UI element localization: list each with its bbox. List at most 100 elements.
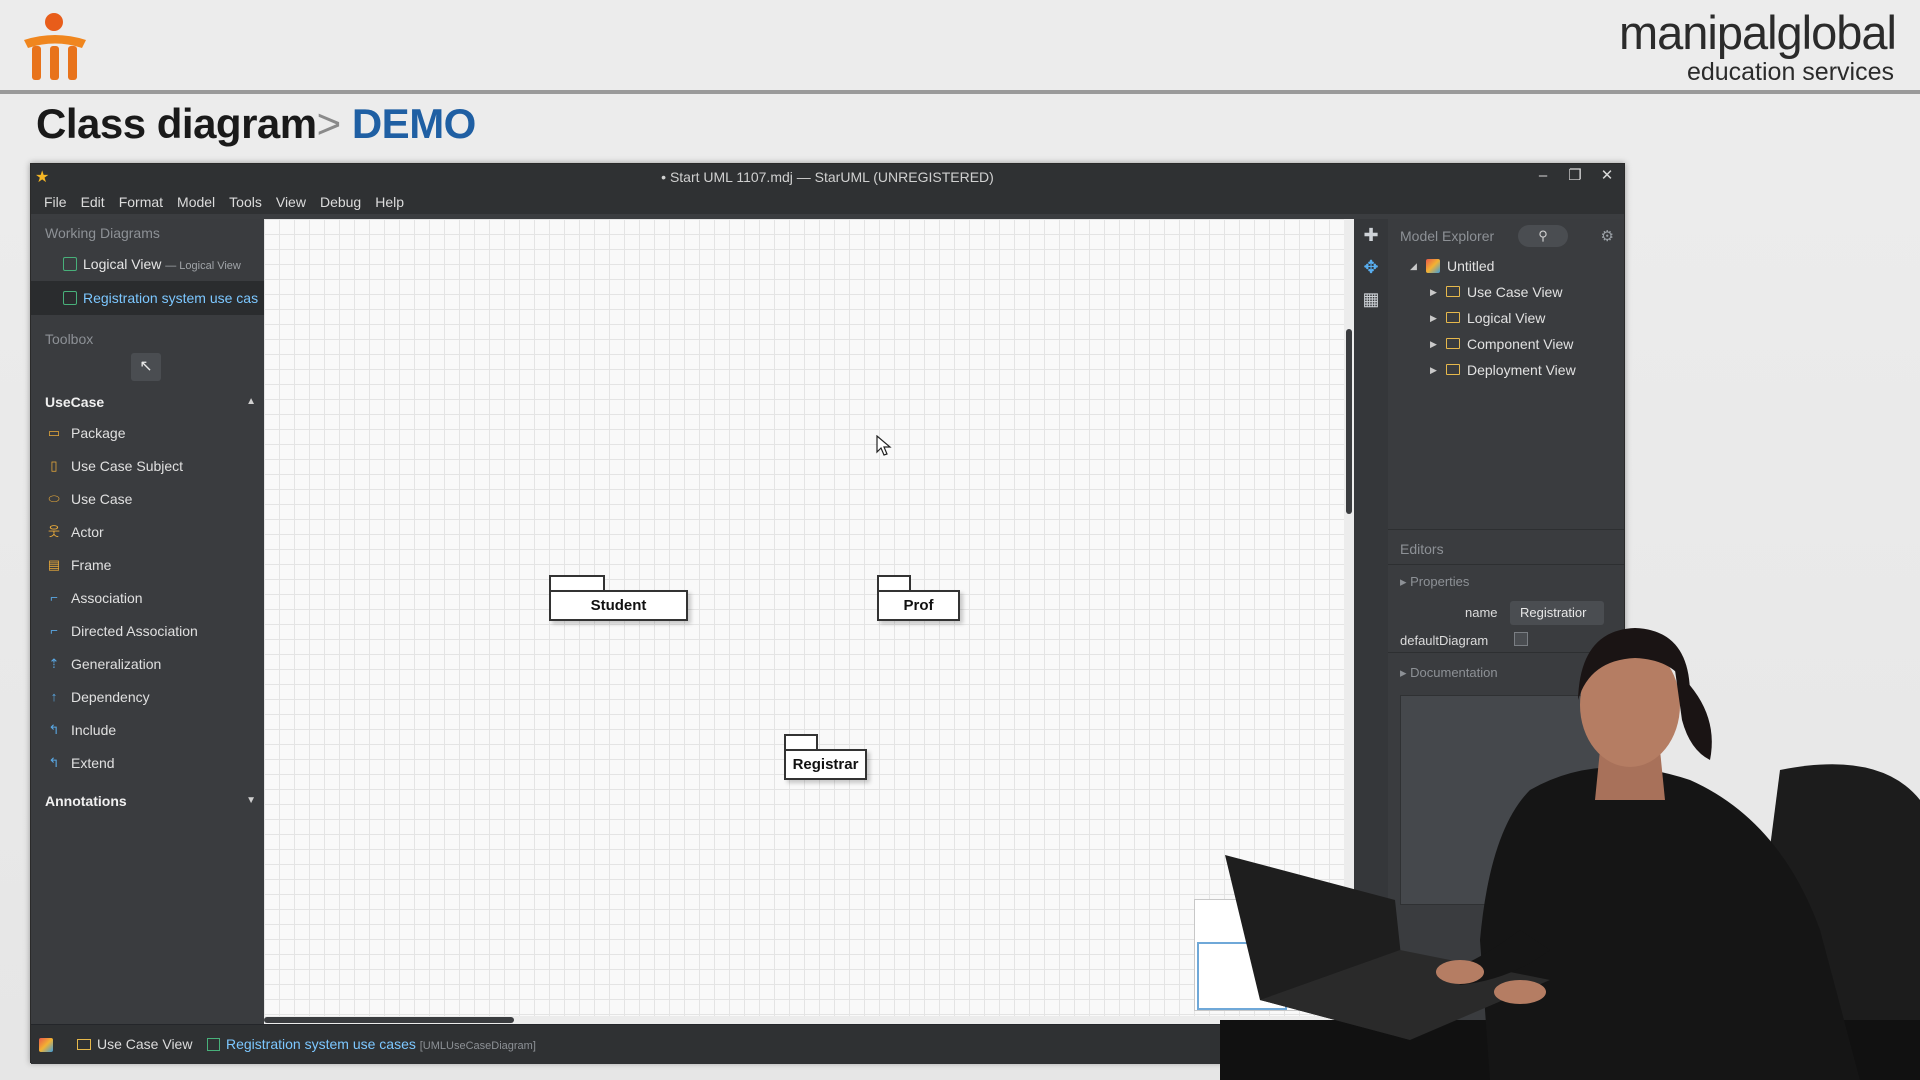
diagram-icon bbox=[63, 257, 77, 271]
toolbox-group-annotations[interactable]: Annotations ▼ bbox=[31, 786, 264, 816]
tool-label: Package bbox=[71, 425, 126, 441]
tree-item-use-case-view[interactable]: ▶ Use Case View bbox=[1388, 279, 1624, 305]
mouse-cursor-icon bbox=[876, 435, 892, 456]
working-diagram-registration[interactable]: Registration system use cas bbox=[31, 281, 264, 315]
tool-use-case-subject[interactable]: ▯ Use Case Subject bbox=[31, 450, 264, 483]
tool-label: Use Case bbox=[71, 491, 133, 507]
folder-icon bbox=[1446, 286, 1460, 297]
gear-icon[interactable]: ⚙ bbox=[1601, 227, 1614, 245]
tool-actor[interactable]: 웃 Actor bbox=[31, 516, 264, 549]
slide-title-main: Class diagram bbox=[36, 100, 317, 147]
working-diagram-logical-view[interactable]: Logical View — Logical View bbox=[31, 247, 264, 281]
expand-arrow-icon: ▸ bbox=[1400, 574, 1411, 589]
working-diagram-label: Logical View bbox=[83, 256, 162, 272]
window-title: • Start UML 1107.mdj — StarUML (UNREGIST… bbox=[661, 169, 994, 185]
status-diagram-type: [UMLUseCaseDiagram] bbox=[419, 1040, 536, 1052]
brand-logo-icon bbox=[24, 13, 86, 80]
status-diagram[interactable]: Registration system use cases [UMLUseCas… bbox=[207, 1036, 536, 1052]
menu-bar: File Edit Format Model Tools View Debug … bbox=[31, 190, 1624, 214]
frame-icon: ▤ bbox=[47, 557, 61, 572]
vertical-scroll-thumb[interactable] bbox=[1346, 329, 1352, 514]
actor-icon: 웃 bbox=[48, 524, 60, 539]
properties-label: Properties bbox=[1410, 574, 1470, 589]
expanded-arrow-icon[interactable]: ◢ bbox=[1410, 253, 1417, 279]
navigator-icon[interactable]: ✥ bbox=[1354, 251, 1388, 283]
menu-model[interactable]: Model bbox=[170, 190, 222, 214]
tool-frame[interactable]: ▤ Frame bbox=[31, 549, 264, 582]
minimize-button[interactable]: – bbox=[1532, 166, 1554, 186]
menu-format[interactable]: Format bbox=[112, 190, 170, 214]
tree-label: Use Case View bbox=[1467, 284, 1563, 300]
package-label: Prof bbox=[877, 590, 960, 621]
menu-edit[interactable]: Edit bbox=[74, 190, 112, 214]
menu-file[interactable]: File bbox=[37, 190, 74, 214]
toolbox-label: Toolbox bbox=[45, 331, 94, 347]
tool-association[interactable]: ⌐ Association bbox=[31, 582, 264, 615]
tool-label: Dependency bbox=[71, 689, 150, 705]
brand-name: manipalglobal education services bbox=[1619, 8, 1897, 87]
extensions-puzzle-icon[interactable]: ✚ bbox=[1354, 219, 1388, 251]
tool-dependency[interactable]: ↑ Dependency bbox=[31, 681, 264, 714]
collapse-down-icon: ▼ bbox=[246, 795, 256, 806]
package-tab bbox=[549, 575, 605, 591]
menu-debug[interactable]: Debug bbox=[313, 190, 368, 214]
package-tab bbox=[877, 575, 911, 591]
collapsed-arrow-icon[interactable]: ▶ bbox=[1430, 279, 1437, 305]
tool-label: Directed Association bbox=[71, 623, 198, 639]
folder-icon bbox=[1446, 338, 1460, 349]
collapsed-arrow-icon[interactable]: ▶ bbox=[1430, 305, 1437, 331]
tool-generalization[interactable]: ⇡ Generalization bbox=[31, 648, 264, 681]
close-button[interactable]: ✕ bbox=[1596, 166, 1618, 186]
tool-use-case[interactable]: ⬭ Use Case bbox=[31, 483, 264, 516]
tool-label: Use Case Subject bbox=[71, 458, 184, 474]
explorer-search-input[interactable]: ⚲ bbox=[1518, 225, 1568, 247]
toolbox-group-label: UseCase bbox=[45, 394, 105, 410]
dependency-icon: ↑ bbox=[50, 689, 58, 704]
search-icon: ⚲ bbox=[1538, 228, 1548, 243]
tool-label: Frame bbox=[71, 557, 112, 573]
tree-label: Untitled bbox=[1447, 258, 1495, 274]
tree-item-untitled[interactable]: ◢ Untitled bbox=[1388, 253, 1624, 279]
status-view-label: Use Case View bbox=[97, 1036, 193, 1052]
toolbox-group-usecase[interactable]: UseCase ▲ bbox=[31, 387, 264, 417]
folder-icon bbox=[1446, 364, 1460, 375]
tool-directed-association[interactable]: ⌐ Directed Association bbox=[31, 615, 264, 648]
collapsed-arrow-icon[interactable]: ▶ bbox=[1430, 357, 1437, 383]
model-icon bbox=[1426, 259, 1440, 273]
tool-label: Generalization bbox=[71, 656, 162, 672]
pointer-tool-button[interactable]: ↖ bbox=[131, 353, 161, 381]
maximize-button[interactable]: ❐ bbox=[1564, 166, 1586, 186]
toolbox-group-label: Annotations bbox=[45, 793, 127, 809]
menu-help[interactable]: Help bbox=[368, 190, 411, 214]
model-icon bbox=[39, 1038, 53, 1052]
menu-view[interactable]: View bbox=[269, 190, 313, 214]
header-divider bbox=[0, 90, 1920, 94]
horizontal-scrollbar[interactable] bbox=[264, 1016, 1354, 1024]
include-icon: ↰ bbox=[48, 722, 60, 737]
tool-include[interactable]: ↰ Include bbox=[31, 714, 264, 747]
window-controls: – ❐ ✕ bbox=[1532, 166, 1618, 186]
association-icon: ⌐ bbox=[50, 590, 58, 605]
title-bar: ★ • Start UML 1107.mdj — StarUML (UNREGI… bbox=[31, 164, 1624, 190]
tree-item-deployment-view[interactable]: ▶ Deployment View bbox=[1388, 357, 1624, 383]
status-view[interactable]: Use Case View bbox=[77, 1036, 192, 1052]
tree-label: Component View bbox=[1467, 336, 1574, 352]
properties-section[interactable]: ▸ Properties bbox=[1400, 574, 1469, 590]
menu-tools[interactable]: Tools bbox=[222, 190, 269, 214]
generalization-icon: ⇡ bbox=[48, 656, 60, 671]
package-label: Registrar bbox=[784, 749, 867, 780]
tree-item-logical-view[interactable]: ▶ Logical View bbox=[1388, 305, 1624, 331]
tool-package[interactable]: ▭ Package bbox=[31, 417, 264, 450]
extend-icon: ↰ bbox=[48, 755, 60, 770]
layout-icon[interactable]: ▦ bbox=[1354, 283, 1388, 315]
collapsed-arrow-icon[interactable]: ▶ bbox=[1430, 331, 1437, 357]
tree-item-component-view[interactable]: ▶ Component View bbox=[1388, 331, 1624, 357]
model-explorer-label: Model Explorer bbox=[1400, 228, 1495, 244]
brand-name-line2: education services bbox=[1686, 58, 1894, 86]
working-diagram-label: Registration system use cas bbox=[83, 290, 259, 306]
diagram-canvas[interactable]: Student Prof Registrar bbox=[264, 219, 1354, 1024]
slide-title-accent: DEMO bbox=[351, 100, 477, 147]
directed-association-icon: ⌐ bbox=[50, 623, 58, 638]
tool-extend[interactable]: ↰ Extend bbox=[31, 747, 264, 780]
horizontal-scroll-thumb[interactable] bbox=[264, 1017, 514, 1023]
